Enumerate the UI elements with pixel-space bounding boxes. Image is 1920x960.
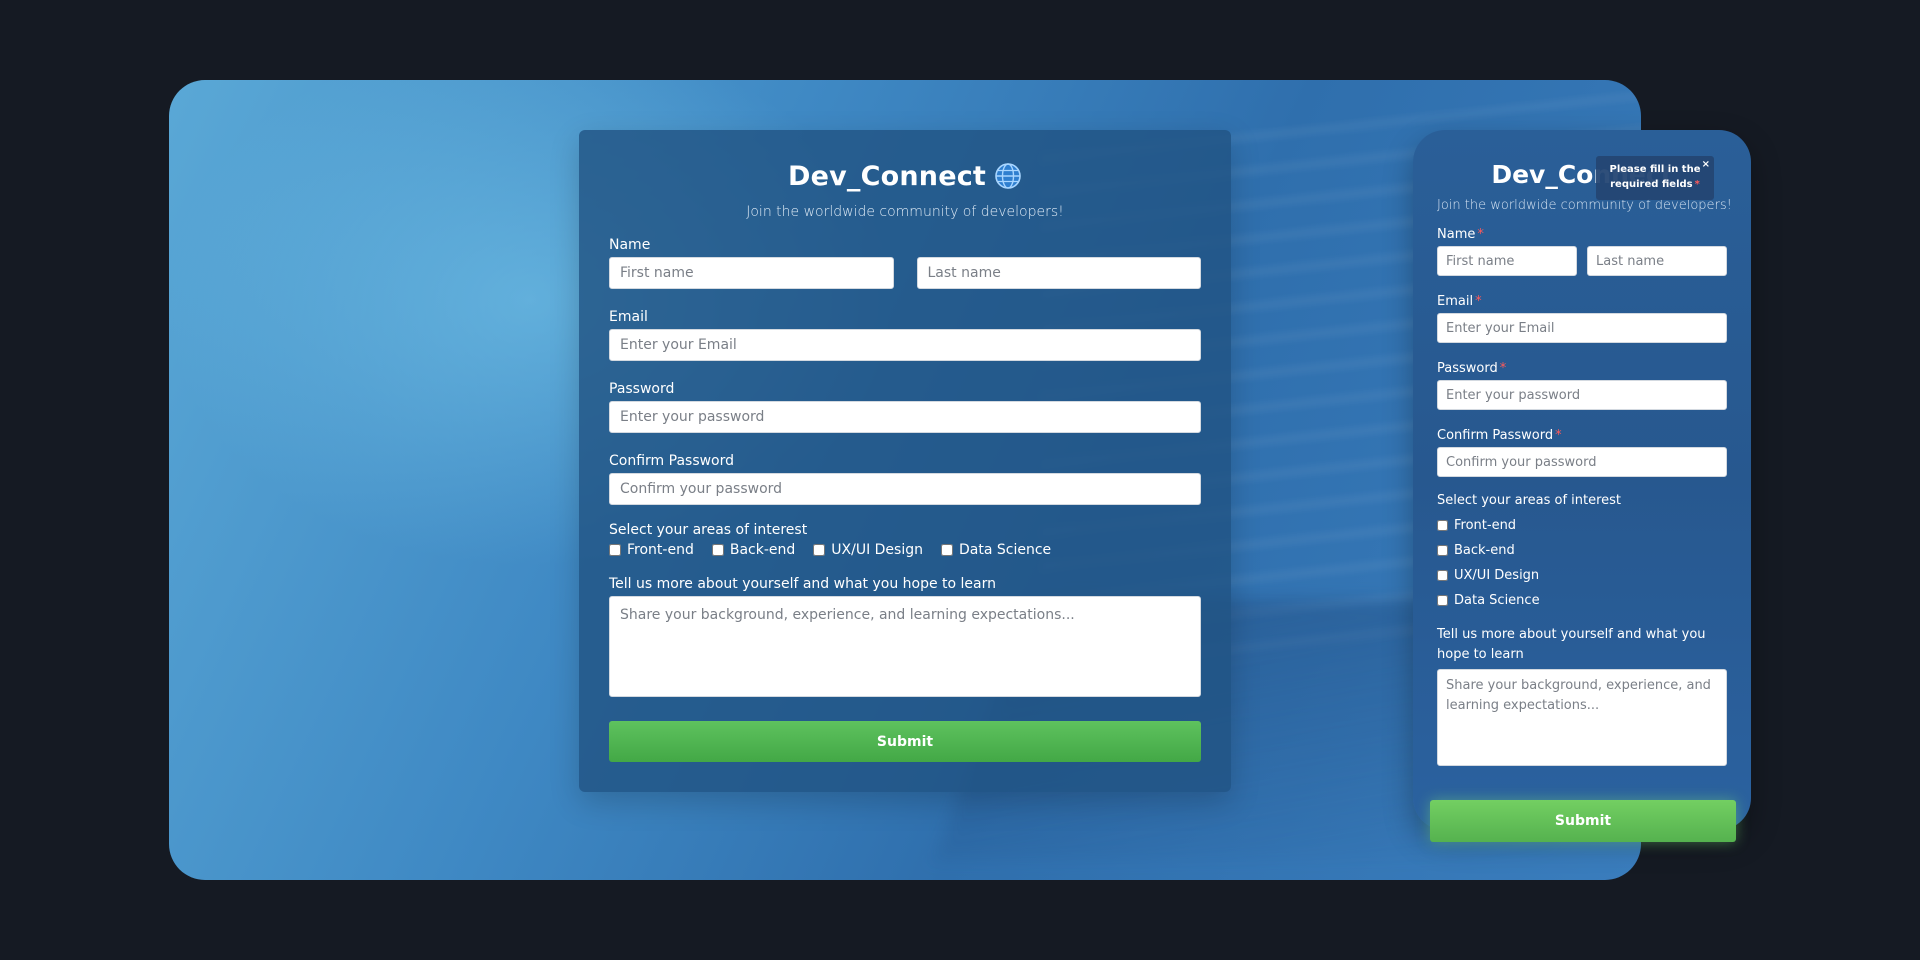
mobile-interests-group: Select your areas of interest Front-end …: [1437, 493, 1727, 608]
mobile-interests-label: Select your areas of interest: [1437, 493, 1622, 508]
interests-group: Select your areas of interest Front-end …: [609, 522, 1201, 558]
back-end-checkbox[interactable]: [711, 544, 724, 556]
mobile-front-end-checkbox[interactable]: [1437, 520, 1448, 531]
confirm-password-input[interactable]: [609, 473, 1201, 505]
mobile-data-science-label: Data Science: [1454, 593, 1540, 608]
mobile-ux-ui-design-label: UX/UI Design: [1454, 568, 1540, 583]
interest-back-end[interactable]: Back-end: [711, 542, 796, 558]
required-marker: *: [1477, 227, 1484, 242]
confirm-password-label: Confirm Password: [609, 453, 735, 469]
about-label: Tell us more about yourself and what you…: [609, 576, 997, 592]
submit-button[interactable]: Submit: [609, 721, 1201, 762]
mobile-confirm-password-group: Confirm Password *: [1437, 428, 1727, 477]
app-subtitle: Join the worldwide community of develope…: [746, 204, 1064, 220]
mobile-name-group: Name *: [1437, 227, 1727, 276]
about-group: Tell us more about yourself and what you…: [609, 576, 1201, 701]
tooltip-line-1: Please fill in the: [1609, 164, 1701, 175]
ux-ui-design-label: UX/UI Design: [831, 542, 923, 558]
mobile-back-end-label: Back-end: [1454, 543, 1515, 558]
name-label: Name: [609, 237, 651, 253]
mobile-back-end-checkbox[interactable]: [1437, 545, 1448, 556]
tooltip-line-2: required fields *: [1610, 179, 1700, 190]
mobile-email-input[interactable]: [1437, 313, 1727, 343]
front-end-label: Front-end: [627, 542, 694, 558]
mobile-about-label: Tell us more about yourself and what you…: [1437, 627, 1706, 662]
app-title: Dev_Connect: [787, 160, 987, 192]
required-marker: *: [1555, 428, 1562, 443]
password-input[interactable]: [609, 401, 1201, 433]
mobile-email-group: Email *: [1437, 294, 1727, 343]
name-group: Name: [609, 237, 1201, 289]
mobile-ux-ui-design-checkbox[interactable]: [1437, 570, 1448, 581]
required-marker: *: [1499, 361, 1507, 376]
mobile-email-label: Email *: [1437, 294, 1482, 309]
ux-ui-design-checkbox[interactable]: [813, 544, 826, 556]
tooltip-required-marker: *: [1694, 179, 1700, 190]
about-textarea[interactable]: [609, 596, 1201, 697]
interest-data-science[interactable]: Data Science: [940, 542, 1052, 558]
mobile-interest-data-science[interactable]: Data Science: [1437, 593, 1727, 608]
confirm-password-group: Confirm Password: [609, 453, 1201, 505]
mobile-about-textarea[interactable]: [1437, 669, 1727, 766]
required-marker: *: [1475, 294, 1482, 309]
mobile-password-group: Password *: [1437, 361, 1727, 410]
mobile-first-name-input[interactable]: [1437, 246, 1577, 276]
mobile-front-end-label: Front-end: [1454, 518, 1517, 533]
mobile-password-label: Password *: [1437, 361, 1507, 376]
mobile-app-subtitle: Join the worldwide community of develope…: [1437, 198, 1732, 213]
mobile-interest-front-end[interactable]: Front-end: [1437, 518, 1727, 533]
mobile-name-label: Name *: [1437, 227, 1484, 242]
signup-form-mobile: Dev_Connect Join the worldwide community…: [1413, 130, 1751, 842]
email-label: Email: [609, 309, 648, 325]
mobile-confirm-password-label: Confirm Password *: [1437, 428, 1562, 443]
data-science-label: Data Science: [958, 542, 1052, 558]
mobile-data-science-checkbox[interactable]: [1437, 595, 1448, 606]
email-group: Email: [609, 309, 1201, 361]
password-group: Password: [609, 381, 1201, 433]
email-input[interactable]: [609, 329, 1201, 361]
mobile-submit-button[interactable]: Submit: [1430, 800, 1736, 842]
form-header: Dev_Connect: [609, 158, 1201, 194]
last-name-input[interactable]: [916, 257, 1201, 289]
mobile-interest-ux-ui-design[interactable]: UX/UI Design: [1437, 568, 1727, 583]
close-icon[interactable]: ×: [1702, 157, 1710, 172]
interest-front-end[interactable]: Front-end: [609, 542, 694, 558]
mobile-confirm-password-input[interactable]: [1437, 447, 1727, 477]
interest-ux-ui-design[interactable]: UX/UI Design: [813, 542, 923, 558]
mobile-last-name-input[interactable]: [1587, 246, 1727, 276]
interests-label: Select your areas of interest: [609, 522, 808, 538]
first-name-input[interactable]: [609, 257, 894, 289]
mobile-password-input[interactable]: [1437, 380, 1727, 410]
signup-form-desktop: Dev_Connect Join the worldwide community…: [579, 130, 1231, 792]
back-end-label: Back-end: [729, 542, 796, 558]
globe-icon: [995, 163, 1021, 189]
front-end-checkbox[interactable]: [609, 544, 621, 556]
password-label: Password: [609, 381, 675, 397]
mobile-about-group: Tell us more about yourself and what you…: [1437, 625, 1727, 770]
mobile-interest-back-end[interactable]: Back-end: [1437, 543, 1727, 558]
data-science-checkbox[interactable]: [940, 544, 953, 556]
required-fields-tooltip: × Please fill in the required fields *: [1596, 156, 1714, 200]
